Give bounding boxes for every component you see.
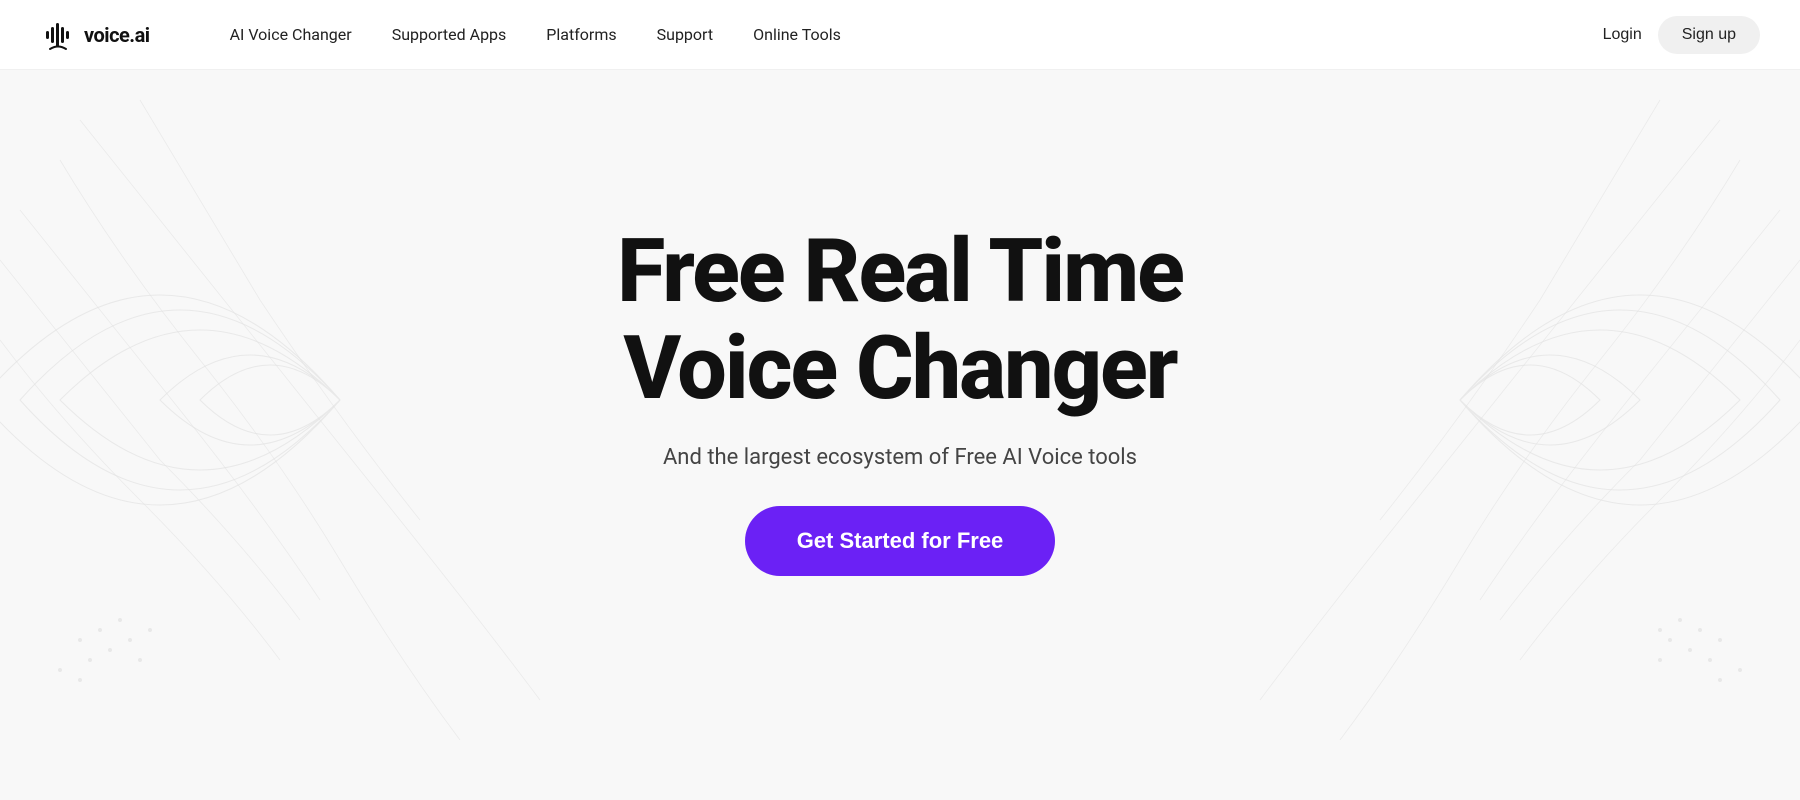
wave-right-bg [1120, 60, 1800, 740]
nav-right: Login Sign up [1603, 16, 1760, 54]
nav-link-online-tools[interactable]: Online Tools [753, 25, 841, 44]
nav-link-support[interactable]: Support [657, 25, 713, 44]
nav-left: voice.ai AI Voice Changer Supported Apps… [40, 17, 841, 53]
logo-icon [40, 17, 76, 53]
hero-subtitle: And the largest ecosystem of Free AI Voi… [663, 445, 1137, 470]
nav-link-platforms[interactable]: Platforms [546, 25, 616, 44]
logo-text: voice.ai [84, 23, 150, 47]
nav-link-ai-voice-changer[interactable]: AI Voice Changer [230, 25, 352, 44]
nav-links: AI Voice Changer Supported Apps Platform… [230, 25, 841, 44]
hero-title-line1: Free Real Time [617, 220, 1183, 323]
logo[interactable]: voice.ai [40, 17, 150, 53]
navbar: voice.ai AI Voice Changer Supported Apps… [0, 0, 1800, 70]
hero-section: Free Real Time Voice Changer And the lar… [0, 0, 1800, 800]
hero-title-line2: Voice Changer [623, 317, 1176, 420]
hero-content: Free Real Time Voice Changer And the lar… [617, 224, 1183, 577]
login-button[interactable]: Login [1603, 26, 1642, 44]
cta-button[interactable]: Get Started for Free [745, 506, 1056, 576]
signup-button[interactable]: Sign up [1658, 16, 1760, 54]
nav-link-supported-apps[interactable]: Supported Apps [392, 25, 507, 44]
hero-title: Free Real Time Voice Changer [617, 224, 1183, 418]
wave-left-bg [0, 60, 680, 740]
